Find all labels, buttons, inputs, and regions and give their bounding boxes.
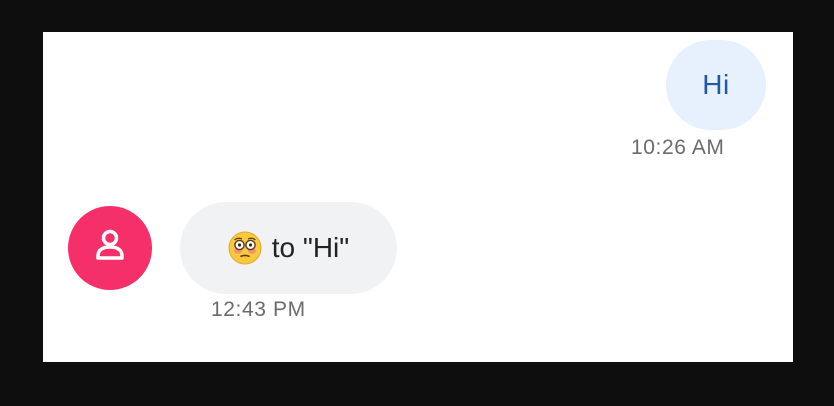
outgoing-message-timestamp: 10:26 AM bbox=[631, 136, 725, 159]
contact-avatar[interactable] bbox=[68, 206, 152, 290]
message-thread: Hi 10:26 AM to "Hi" 12:43 PM bbox=[43, 32, 793, 362]
outgoing-message-bubble[interactable]: Hi bbox=[666, 40, 766, 130]
incoming-message-text: to "Hi" bbox=[271, 232, 350, 263]
outgoing-message-text: Hi bbox=[702, 69, 730, 100]
flushed-face-icon bbox=[228, 231, 262, 265]
incoming-message-bubble[interactable]: to "Hi" bbox=[180, 202, 397, 294]
incoming-message-timestamp: 12:43 PM bbox=[211, 298, 306, 321]
person-icon bbox=[90, 226, 130, 271]
